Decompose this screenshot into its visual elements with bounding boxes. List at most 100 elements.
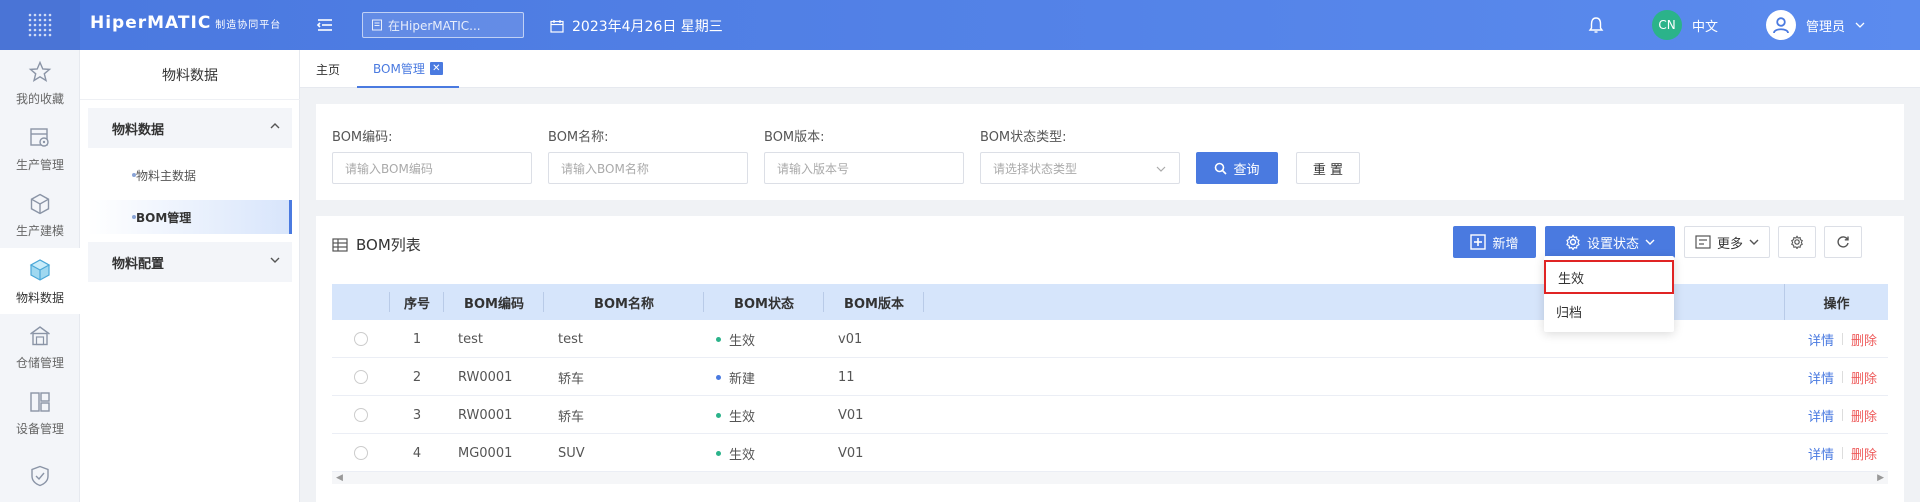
row-select-radio[interactable] [354, 434, 368, 472]
horizontal-scrollbar[interactable]: ◀ ▶ [332, 472, 1888, 484]
rail-item-production[interactable]: 生产管理 [0, 116, 80, 182]
row-select-radio[interactable] [354, 320, 368, 358]
add-button[interactable]: 新增 [1453, 226, 1536, 258]
table-row: 4 MG0001 SUV 生效 V01 详情 删除 [332, 434, 1888, 472]
column-header-bom-version: BOM版本 [824, 284, 924, 320]
modeling-icon [30, 193, 50, 214]
detail-link[interactable]: 详情 [1808, 368, 1834, 387]
column-header-bom-code: BOM编码 [444, 284, 544, 320]
bom-code-label: BOM编码: [332, 130, 393, 145]
status-dot [716, 450, 721, 456]
delete-link[interactable]: 删除 [1851, 330, 1877, 349]
column-header-bom-name: BOM名称 [544, 284, 704, 320]
submenu-panel: 物料数据 物料数据 物料主数据 BOM管理 物料配置 [80, 50, 300, 502]
app-grid-logo[interactable] [0, 0, 80, 50]
column-header-label: BOM状态 [734, 296, 794, 312]
more-button[interactable]: 更多 [1684, 226, 1770, 258]
bom-version-input[interactable]: 请输入版本号 [764, 152, 964, 184]
scroll-left-arrow-icon[interactable]: ◀ [336, 473, 343, 483]
language-switcher[interactable]: CN 中文 [1652, 10, 1718, 40]
search-icon [1215, 162, 1228, 175]
column-header-label: BOM名称 [594, 296, 654, 312]
submenu-item-material-master[interactable]: 物料主数据 [88, 158, 292, 192]
rail-item-warehouse[interactable]: 仓储管理 [0, 314, 80, 380]
status-text: 生效 [729, 333, 756, 349]
detail-link[interactable]: 详情 [1808, 406, 1834, 425]
document-icon [372, 19, 382, 31]
bom-name-input[interactable]: 请输入BOM名称 [548, 152, 748, 184]
rail-item-material-data[interactable]: 物料数据 [0, 248, 80, 314]
submenu-title: 物料数据 [80, 50, 300, 100]
cell-bom-code: RW0001 [458, 407, 513, 423]
top-bar: HiperMATIC 制造协同平台 在HiperMATIC... 2023年4月2… [0, 0, 1920, 50]
column-header-actions: 操作 [1784, 284, 1888, 320]
refresh-icon [1837, 236, 1849, 248]
tab-home[interactable]: 主页 [316, 50, 340, 88]
menu-toggle-icon[interactable] [316, 16, 334, 34]
rail-item-quality[interactable] [0, 446, 80, 502]
equipment-icon [30, 391, 50, 412]
chevron-up-icon [270, 123, 280, 129]
bom-version-label: BOM版本: [764, 130, 825, 145]
brand-subtitle: 制造协同平台 [215, 20, 282, 31]
bell-icon[interactable] [1588, 16, 1604, 38]
bullet-dot [132, 215, 136, 219]
reset-button[interactable]: 重 置 [1296, 152, 1360, 184]
status-text: 生效 [729, 409, 756, 425]
rail-item-modeling[interactable]: 生产建模 [0, 182, 80, 248]
set-status-dropdown: 生效 归档 [1544, 256, 1674, 332]
chevron-down-icon [1749, 239, 1759, 245]
detail-link[interactable]: 详情 [1808, 444, 1834, 463]
delete-link[interactable]: 删除 [1851, 444, 1877, 463]
rail-label: 我的收藏 [15, 91, 64, 106]
status-option-archive[interactable]: 归档 [1544, 294, 1674, 328]
set-status-button[interactable]: 设置状态 [1545, 226, 1675, 258]
column-settings-button[interactable] [1778, 226, 1816, 258]
submenu-group-label: 物料数据 [112, 122, 165, 138]
delete-link[interactable]: 删除 [1851, 406, 1877, 425]
button-label: 设置状态 [1586, 236, 1639, 252]
submenu-group-material-data[interactable]: 物料数据 [88, 108, 292, 148]
cell-bom-name: 轿车 [558, 371, 585, 387]
brand-text: HiperMATIC [90, 13, 212, 33]
global-search-input[interactable]: 在HiperMATIC... [362, 12, 524, 38]
tab-bom-management[interactable]: BOM管理 ✕ [357, 50, 459, 88]
rail-item-favorites[interactable]: 我的收藏 [0, 50, 80, 116]
bom-name-label: BOM名称: [548, 130, 609, 145]
refresh-button[interactable] [1824, 226, 1862, 258]
row-select-radio[interactable] [354, 358, 368, 396]
bom-code-input[interactable]: 请输入BOM编码 [332, 152, 532, 184]
tab-label: 主页 [316, 62, 341, 77]
dropdown-option-label: 生效 [1558, 271, 1585, 287]
status-text: 生效 [729, 447, 756, 463]
detail-link[interactable]: 详情 [1808, 330, 1834, 349]
cell-bom-version: 11 [838, 369, 855, 385]
language-label: 中文 [1692, 19, 1719, 35]
row-select-radio[interactable] [354, 396, 368, 434]
gear-icon [1566, 234, 1580, 250]
status-option-active[interactable]: 生效 [1544, 260, 1674, 294]
cell-bom-status: 新建 [716, 358, 755, 396]
column-header-label: 序号 [403, 296, 430, 312]
cell-bom-code: MG0001 [458, 445, 513, 461]
bom-status-type-select[interactable]: 请选择状态类型 [980, 152, 1180, 184]
table-icon [332, 237, 348, 252]
filter-panel: BOM编码: 请输入BOM编码 BOM名称: 请输入BOM名称 BOM版本: 请… [316, 104, 1904, 200]
submenu-group-label: 物料配置 [112, 256, 165, 272]
delete-link[interactable]: 删除 [1851, 368, 1877, 387]
submenu-group-material-config[interactable]: 物料配置 [88, 242, 292, 282]
rail-item-equipment[interactable]: 设备管理 [0, 380, 80, 446]
list-title-text: BOM列表 [356, 236, 421, 254]
status-dot [716, 336, 721, 342]
submenu-item-label: 物料主数据 [136, 168, 197, 183]
submenu-item-bom-management[interactable]: BOM管理 [88, 200, 292, 234]
scroll-right-arrow-icon[interactable]: ▶ [1877, 473, 1884, 483]
query-button[interactable]: 查询 [1196, 152, 1278, 184]
close-icon[interactable]: ✕ [429, 61, 443, 75]
chevron-down-icon [1156, 166, 1166, 172]
dropdown-option-label: 归档 [1556, 305, 1583, 321]
bullet-dot [132, 173, 136, 177]
user-menu[interactable]: 管理员 [1766, 10, 1865, 40]
brand-name: HiperMATIC 制造协同平台 [90, 13, 281, 33]
search-placeholder: 在HiperMATIC... [388, 18, 481, 33]
